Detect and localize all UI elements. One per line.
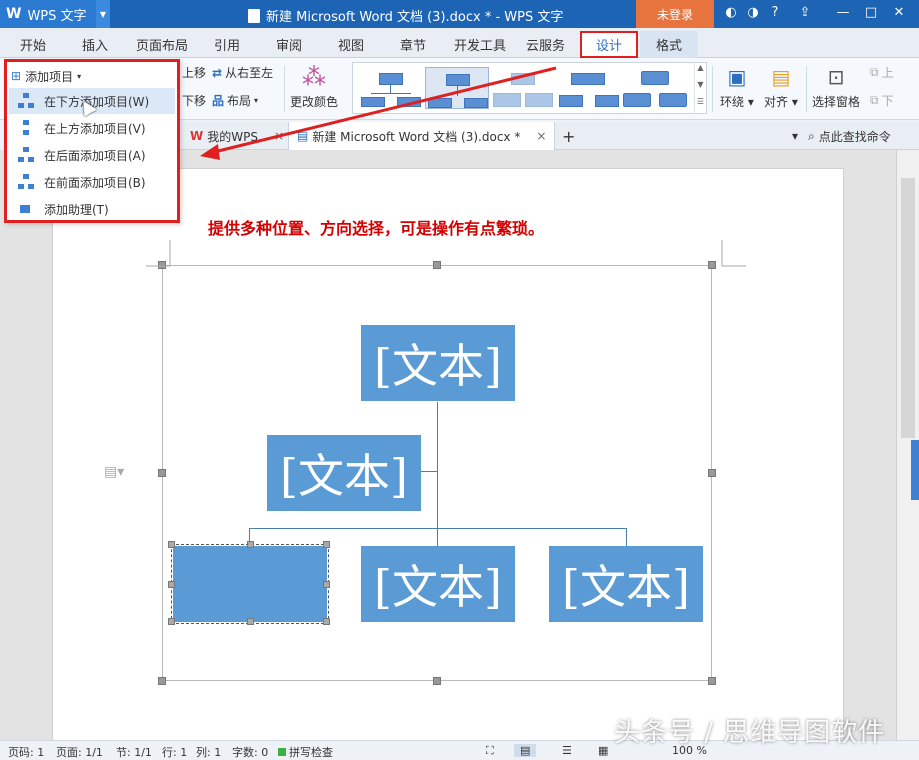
annotation-arrow <box>200 66 557 160</box>
watermark: 头条号 / 思维导图软件 <box>614 718 886 748</box>
